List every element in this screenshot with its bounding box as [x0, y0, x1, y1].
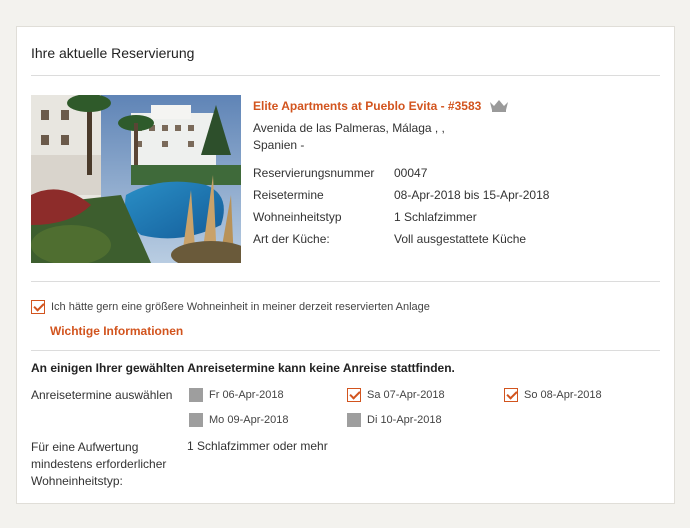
divider	[31, 281, 660, 282]
min-unit-value: 1 Schlafzimmer oder mehr	[187, 439, 328, 453]
hotel-photo	[31, 95, 241, 263]
detail-value-kitchen-type: Voll ausgestattete Küche	[394, 232, 527, 246]
arrival-date-label-fr-06: Fr 06-Apr-2018	[209, 389, 284, 401]
detail-label-reservation-number: Reservierungsnummer	[253, 166, 375, 180]
arrival-warning: An einigen Ihrer gewählten Anreisetermin…	[31, 361, 455, 375]
important-info-link[interactable]: Wichtige Informationen	[50, 324, 183, 338]
detail-value-unit-type: 1 Schlafzimmer	[394, 210, 477, 224]
detail-label-travel-dates: Reisetermine	[253, 188, 324, 202]
detail-value-travel-dates: 08-Apr-2018 bis 15-Apr-2018	[394, 188, 550, 202]
divider	[31, 350, 660, 351]
hotel-name-link[interactable]: Elite Apartments at Pueblo Evita - #3583	[253, 99, 481, 113]
arrival-date-checkbox-sa-07[interactable]	[347, 388, 361, 402]
arrival-dates-label: Anreisetermine auswählen	[31, 388, 173, 402]
arrival-date-checkbox-fr-06	[189, 388, 203, 402]
arrival-date-checkbox-di-10	[347, 413, 361, 427]
detail-label-kitchen-type: Art der Küche:	[253, 232, 330, 246]
detail-value-reservation-number: 00047	[394, 166, 428, 180]
hotel-address-line1: Avenida de las Palmeras, Málaga , ,	[253, 121, 445, 135]
upgrade-unit-label: Ich hätte gern eine größere Wohneinheit …	[51, 301, 430, 313]
detail-label-unit-type: Wohneinheitstyp	[253, 210, 342, 224]
hotel-address-line2: Spanien -	[253, 138, 305, 152]
arrival-date-label-so-08: So 08-Apr-2018	[524, 389, 602, 401]
arrival-date-label-mo-09: Mo 09-Apr-2018	[209, 414, 289, 426]
upgrade-unit-checkbox[interactable]	[31, 300, 45, 314]
arrival-date-label-sa-07: Sa 07-Apr-2018	[367, 389, 445, 401]
min-unit-label: Für eine Aufwertung mindestens erforderl…	[31, 440, 167, 488]
divider	[31, 75, 660, 76]
arrival-date-label-di-10: Di 10-Apr-2018	[367, 414, 442, 426]
section-title: Ihre aktuelle Reservierung	[31, 45, 195, 61]
crown-icon	[490, 100, 508, 112]
arrival-date-checkbox-mo-09	[189, 413, 203, 427]
reservation-card: Ihre aktuelle Reservierung Elite Apartme…	[16, 26, 675, 504]
arrival-date-checkbox-so-08[interactable]	[504, 388, 518, 402]
